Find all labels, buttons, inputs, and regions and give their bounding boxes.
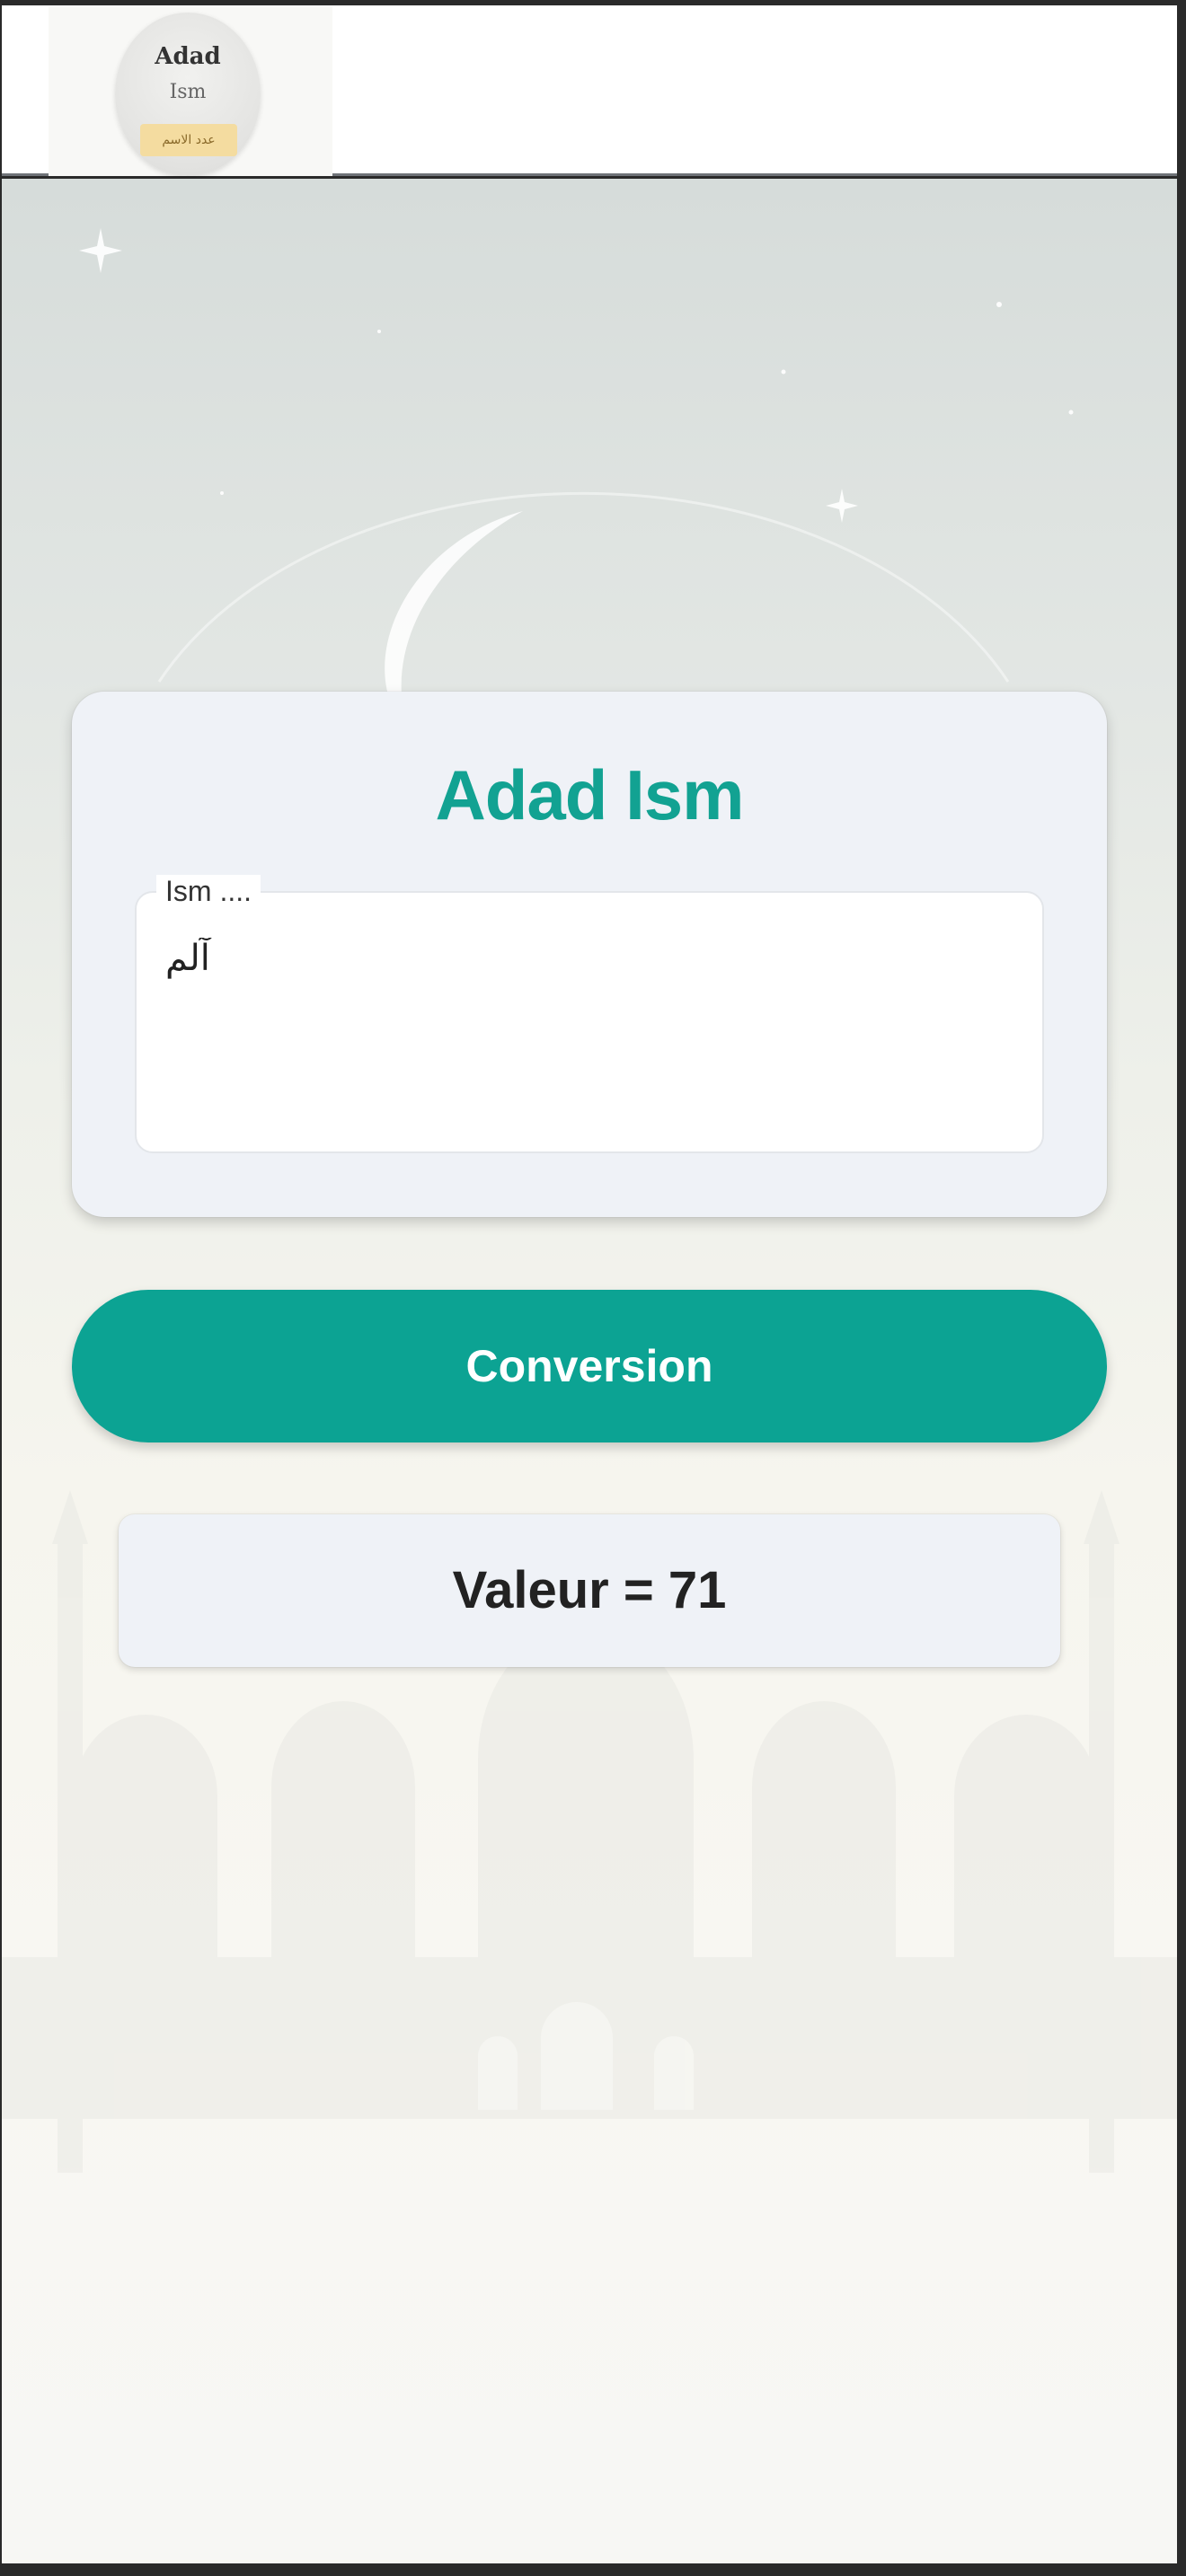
app-logo[interactable]: Adad Ism عدد الاسم <box>115 13 261 176</box>
app-screen: Adad Ism عدد الاسم Adad Ism Ism .... آلم… <box>0 0 1186 2576</box>
app-header: Adad Ism عدد الاسم <box>2 5 1177 176</box>
logo-subtitle: Ism <box>169 81 207 103</box>
logo-title: Adad <box>155 43 221 70</box>
input-card: Adad Ism Ism .... آلم <box>72 692 1107 1217</box>
result-value: Valeur = 71 <box>119 1514 1060 1667</box>
ism-input[interactable]: آلم <box>165 938 1010 1117</box>
ism-input-field[interactable]: Ism .... آلم <box>135 875 1044 1153</box>
logo-container: Adad Ism عدد الاسم <box>49 7 332 176</box>
ism-input-label: Ism .... <box>156 875 261 908</box>
conversion-button[interactable]: Conversion <box>72 1290 1107 1442</box>
logo-banner: عدد الاسم <box>140 124 237 156</box>
page-title: Adad Ism <box>435 755 744 834</box>
